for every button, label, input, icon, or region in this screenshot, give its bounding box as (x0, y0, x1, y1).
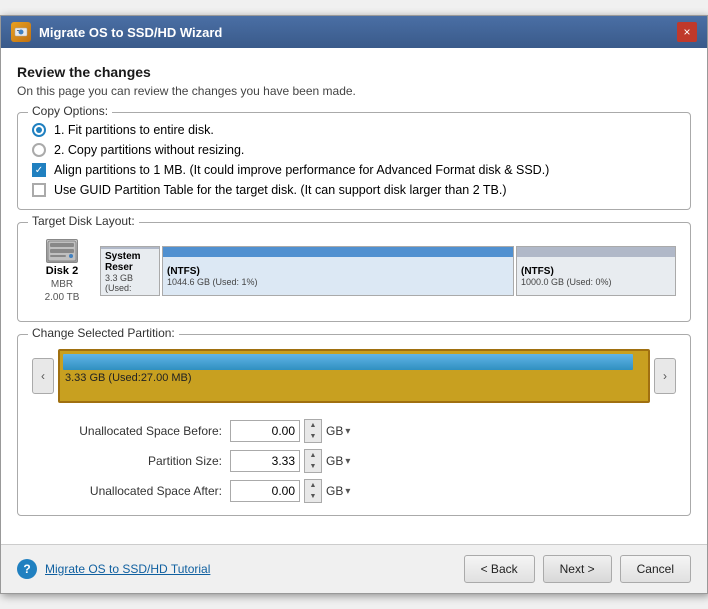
close-button[interactable]: × (677, 22, 697, 42)
field-row-1: Partition Size: ▲ ▼ GB ▾ (52, 449, 676, 473)
footer: ? Migrate OS to SSD/HD Tutorial < Back N… (1, 544, 707, 593)
partition-2-info: 1044.6 GB (Used: 1%) (167, 277, 509, 287)
disk-icon (46, 239, 78, 263)
partition-1-info: 3.3 GB (Used: (105, 273, 155, 293)
back-button[interactable]: < Back (464, 555, 535, 583)
partition-visual-bar (63, 354, 633, 370)
field-1-unit[interactable]: GB ▾ (326, 454, 350, 468)
partition-1-name: System Reser (105, 251, 155, 273)
disk-layout: Disk 2 MBR 2.00 TB System Reser 3.3 GB (… (32, 233, 676, 309)
partition-2[interactable]: (NTFS) 1044.6 GB (Used: 1%) (162, 246, 514, 296)
field-0-unit[interactable]: GB ▾ (326, 424, 350, 438)
partition-2-name: (NTFS) (167, 266, 509, 277)
partition-3-name: (NTFS) (521, 266, 671, 277)
partition-3[interactable]: (NTFS) 1000.0 GB (Used: 0%) (516, 246, 676, 296)
field-0-dropdown-arrow: ▾ (345, 426, 350, 437)
field-0-increment[interactable]: ▲ (305, 420, 321, 431)
field-0-decrement[interactable]: ▼ (305, 431, 321, 442)
option-row-3[interactable]: ✓ Align partitions to 1 MB. (It could im… (32, 163, 676, 177)
field-2-spinner: ▲ ▼ (304, 479, 322, 503)
partition-visual: 3.33 GB (Used:27.00 MB) (58, 349, 650, 403)
disk-size: 2.00 TB (45, 292, 80, 303)
help-icon[interactable]: ? (17, 559, 37, 579)
field-row-2: Unallocated Space After: ▲ ▼ GB ▾ (52, 479, 676, 503)
partition-1[interactable]: System Reser 3.3 GB (Used: (100, 246, 160, 296)
field-0-spinner: ▲ ▼ (304, 419, 322, 443)
field-2-decrement[interactable]: ▼ (305, 491, 321, 502)
partitions-container: System Reser 3.3 GB (Used: (NTFS) 1044.6… (100, 246, 676, 296)
field-2-input[interactable] (230, 480, 300, 502)
field-0-input-group: ▲ ▼ GB ▾ (230, 419, 350, 443)
field-1-decrement[interactable]: ▼ (305, 461, 321, 472)
field-1-increment[interactable]: ▲ (305, 450, 321, 461)
option-1-label: 1. Fit partitions to entire disk. (54, 123, 214, 137)
field-1-input-group: ▲ ▼ GB ▾ (230, 449, 350, 473)
nav-right-arrow[interactable]: › (654, 358, 676, 394)
option-row-2[interactable]: 2. Copy partitions without resizing. (32, 143, 676, 157)
next-button[interactable]: Next > (543, 555, 612, 583)
content-area: Review the changes On this page you can … (1, 48, 707, 544)
option-2-label: 2. Copy partitions without resizing. (54, 143, 244, 157)
copy-options-group: Copy Options: 1. Fit partitions to entir… (17, 112, 691, 210)
app-icon (11, 22, 31, 42)
checkbox-option-3[interactable]: ✓ (32, 163, 46, 177)
field-0-label: Unallocated Space Before: (52, 424, 222, 438)
field-row-0: Unallocated Space Before: ▲ ▼ GB ▾ (52, 419, 676, 443)
page-title: Review the changes (17, 64, 691, 80)
main-window: Migrate OS to SSD/HD Wizard × Review the… (0, 15, 708, 594)
field-1-input[interactable] (230, 450, 300, 472)
option-row-4[interactable]: Use GUID Partition Table for the target … (32, 183, 676, 197)
field-1-dropdown-arrow: ▾ (345, 456, 350, 467)
disk-name: Disk 2 (46, 265, 78, 277)
field-2-input-group: ▲ ▼ GB ▾ (230, 479, 350, 503)
window-title: Migrate OS to SSD/HD Wizard (39, 25, 669, 40)
fields-grid: Unallocated Space Before: ▲ ▼ GB ▾ (32, 419, 676, 503)
field-2-dropdown-arrow: ▾ (345, 486, 350, 497)
page-subtitle: On this page you can review the changes … (17, 84, 691, 98)
change-partition-title: Change Selected Partition: (28, 326, 179, 340)
option-4-label: Use GUID Partition Table for the target … (54, 183, 507, 197)
partition-visual-container: ‹ 3.33 GB (Used:27.00 MB) › (32, 345, 676, 407)
partition-3-info: 1000.0 GB (Used: 0%) (521, 277, 671, 287)
target-disk-group: Target Disk Layout: Disk 2 MBR (17, 222, 691, 322)
field-2-unit[interactable]: GB ▾ (326, 484, 350, 498)
titlebar: Migrate OS to SSD/HD Wizard × (1, 16, 707, 48)
field-2-increment[interactable]: ▲ (305, 480, 321, 491)
nav-left-arrow[interactable]: ‹ (32, 358, 54, 394)
field-2-label: Unallocated Space After: (52, 484, 222, 498)
field-1-label: Partition Size: (52, 454, 222, 468)
tutorial-link[interactable]: Migrate OS to SSD/HD Tutorial (45, 562, 210, 576)
partition-visual-label: 3.33 GB (Used:27.00 MB) (63, 372, 645, 384)
field-1-spinner: ▲ ▼ (304, 449, 322, 473)
disk-type: MBR (51, 279, 73, 290)
radio-option-2[interactable] (32, 143, 46, 157)
copy-options-title: Copy Options: (28, 104, 112, 118)
option-3-label: Align partitions to 1 MB. (It could impr… (54, 163, 549, 177)
cancel-button[interactable]: Cancel (620, 555, 691, 583)
radio-option-1[interactable] (32, 123, 46, 137)
change-partition-group: Change Selected Partition: ‹ 3.33 GB (Us… (17, 334, 691, 516)
checkbox-option-4[interactable] (32, 183, 46, 197)
option-row-1[interactable]: 1. Fit partitions to entire disk. (32, 123, 676, 137)
field-0-input[interactable] (230, 420, 300, 442)
disk-info: Disk 2 MBR 2.00 TB (32, 239, 92, 303)
target-disk-title: Target Disk Layout: (28, 214, 139, 228)
